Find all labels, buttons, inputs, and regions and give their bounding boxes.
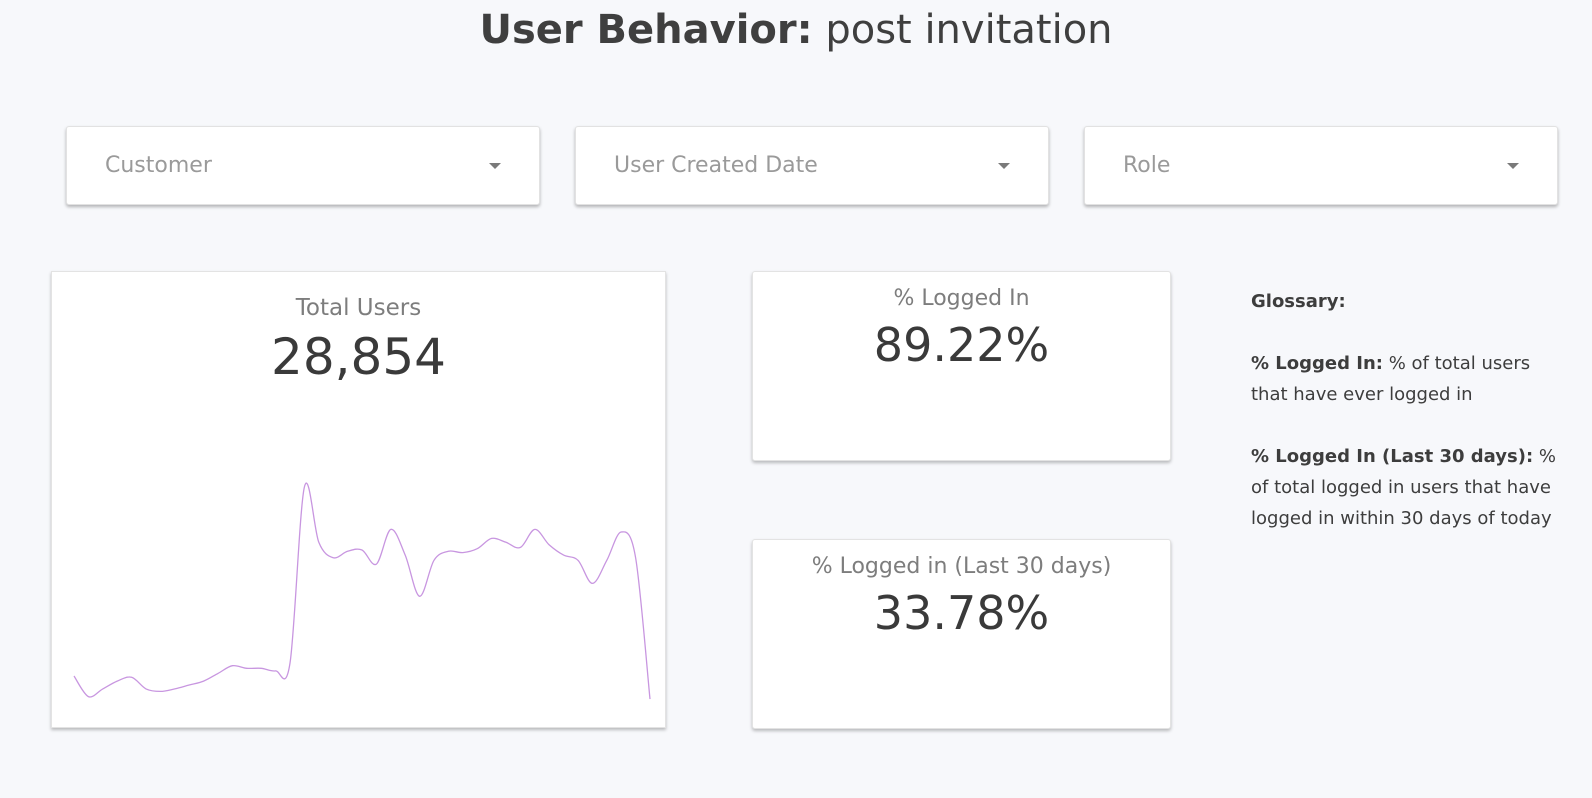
- logged-in-30-days-title: % Logged in (Last 30 days): [811, 554, 1112, 579]
- sparkline-series-line: [73, 482, 651, 700]
- customer-filter-label: Customer: [105, 153, 212, 178]
- chevron-down-icon: [998, 163, 1010, 169]
- chevron-down-icon: [1507, 163, 1519, 169]
- page-title-light: post invitation: [825, 7, 1113, 53]
- user-created-date-filter-label: User Created Date: [614, 153, 818, 178]
- total-users-sparkline: [73, 482, 651, 700]
- role-filter-label: Role: [1123, 153, 1171, 178]
- glossary-entry: % Logged In: % of total users that have …: [1251, 348, 1571, 410]
- logged-in-title: % Logged In: [893, 286, 1030, 311]
- glossary-term: % Logged In (Last 30 days):: [1251, 446, 1534, 467]
- logged-in-30-days-card: % Logged in (Last 30 days) 33.78%: [752, 539, 1171, 729]
- logged-in-30-days-value: 33.78%: [873, 586, 1050, 640]
- logged-in-value: 89.22%: [873, 318, 1050, 372]
- page-title-strong: User Behavior:: [479, 7, 813, 53]
- logged-in-card: % Logged In 89.22%: [752, 271, 1171, 461]
- glossary-entry: % Logged In (Last 30 days): % of total l…: [1251, 441, 1571, 534]
- customer-filter-dropdown[interactable]: Customer: [66, 126, 540, 205]
- glossary-term: % Logged In:: [1251, 353, 1383, 374]
- total-users-card: Total Users 28,854: [51, 271, 666, 728]
- glossary: Glossary: % Logged In: % of total users …: [1251, 286, 1571, 565]
- role-filter-dropdown[interactable]: Role: [1084, 126, 1558, 205]
- chevron-down-icon: [489, 163, 501, 169]
- user-created-date-filter-dropdown[interactable]: User Created Date: [575, 126, 1049, 205]
- page-title: User Behavior: post invitation: [0, 4, 1592, 56]
- glossary-heading: Glossary:: [1251, 291, 1346, 312]
